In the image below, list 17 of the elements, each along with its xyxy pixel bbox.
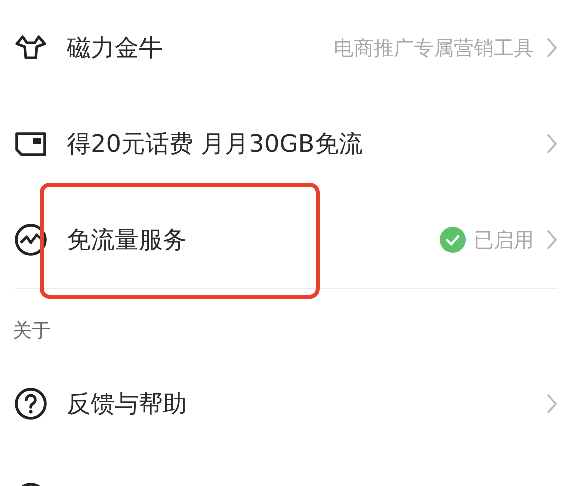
menu-item[interactable]: 反馈与帮助: [0, 356, 588, 452]
item-title: 磁力金牛: [67, 33, 163, 64]
section-label: 关于: [12, 319, 52, 344]
item-title: 免流量服务: [67, 225, 187, 256]
chevron-right-icon: [546, 393, 558, 415]
menu-item[interactable]: 免流量服务 已启用: [0, 192, 588, 288]
chevron-right-icon: [546, 37, 558, 59]
item-title: 反馈与帮助: [67, 389, 187, 420]
help-icon: [14, 387, 48, 421]
item-title: 得20元话费 月月30GB免流: [67, 129, 363, 160]
status-text: 已启用: [474, 227, 534, 254]
chevron-right-icon: [546, 229, 558, 251]
chevron-right-icon: [546, 133, 558, 155]
menu-item[interactable]: 得20元话费 月月30GB免流: [0, 96, 588, 192]
chart-circle-icon: [14, 223, 48, 257]
item-description: 电商推广专属营销工具: [334, 35, 534, 62]
menu-item[interactable]: 磁力金牛 电商推广专属营销工具: [0, 0, 588, 96]
